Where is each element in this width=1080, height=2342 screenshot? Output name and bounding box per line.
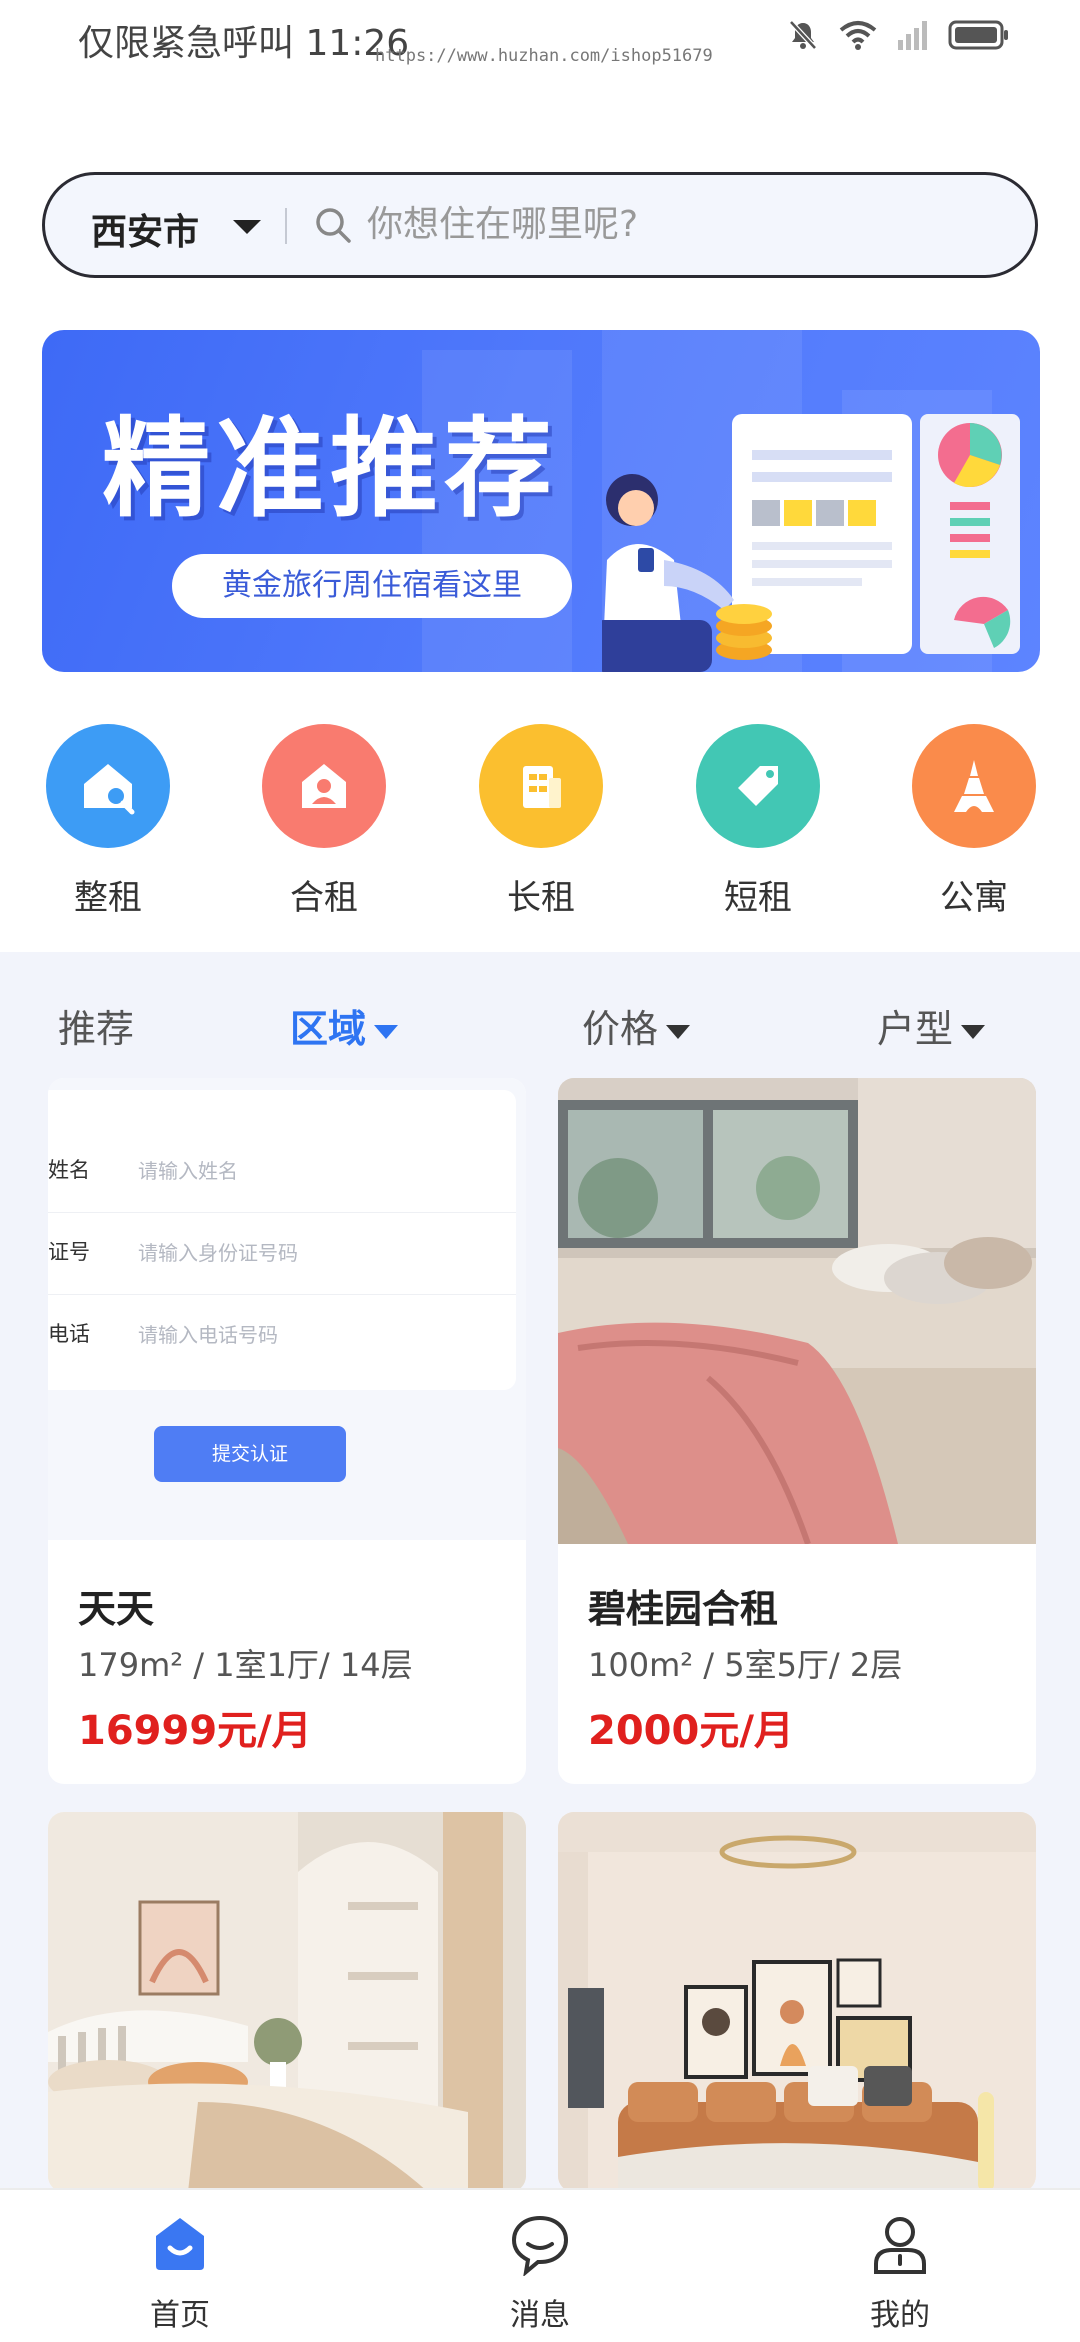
- filter-label: 区域: [290, 1007, 367, 1051]
- submit-verify-button: 提交认证: [154, 1426, 346, 1482]
- listing-image: 信息 姓名 请输入姓名 证号 请输入身份证号码 电话 请输入电话号码 提交认证: [48, 1078, 526, 1540]
- tab-label: 我的: [870, 2298, 930, 2333]
- signal-icon: [898, 21, 927, 50]
- category-duanzu[interactable]: 短租: [688, 724, 828, 919]
- filter-bar: 推荐 区域 价格 户型: [0, 952, 1080, 1052]
- status-icons: [786, 18, 1010, 52]
- tab-home[interactable]: 首页: [100, 2212, 260, 2334]
- listing-photo: [48, 1812, 526, 2192]
- listing-title: 天天: [78, 1587, 155, 1631]
- filter-layout[interactable]: 户型: [877, 998, 986, 1053]
- chevron-down-icon[interactable]: [233, 220, 261, 234]
- category-circle: [46, 724, 170, 848]
- category-changzu[interactable]: 长租: [471, 724, 611, 919]
- category-label: 整租: [74, 878, 142, 918]
- filter-label: 价格: [582, 1007, 659, 1051]
- watermark-url: https://www.huzhan.com/ishop51679: [375, 46, 713, 66]
- category-circle: [262, 724, 386, 848]
- profile-icon: [874, 2217, 926, 2274]
- tab-messages[interactable]: 消息: [460, 2212, 620, 2334]
- form-placeholder: 请输入姓名: [138, 1159, 238, 1183]
- mute-icon: [789, 20, 817, 50]
- listing-card[interactable]: [558, 1812, 1036, 2192]
- filter-label: 户型: [877, 1007, 954, 1051]
- category-label: 合租: [290, 878, 358, 918]
- form-panel: 姓名 请输入姓名 证号 请输入身份证号码 电话 请输入电话号码: [48, 1090, 516, 1390]
- filter-area[interactable]: 区域: [290, 998, 399, 1053]
- wifi-icon: [839, 21, 877, 50]
- city-selector[interactable]: 西安市: [91, 203, 199, 255]
- filter-recommend[interactable]: 推荐: [58, 998, 134, 1053]
- search-input[interactable]: [367, 199, 967, 249]
- form-row: 姓名 请输入姓名: [48, 1130, 516, 1213]
- tab-profile[interactable]: 我的: [820, 2212, 980, 2334]
- filter-price[interactable]: 价格: [582, 998, 691, 1053]
- shared-home-icon: [302, 764, 346, 808]
- caret-down-icon: [961, 1024, 986, 1039]
- form-placeholder: 请输入电话号码: [138, 1323, 278, 1347]
- listing-card[interactable]: 信息 姓名 请输入姓名 证号 请输入身份证号码 电话 请输入电话号码 提交认证 …: [48, 1078, 526, 1784]
- filter-label: 推荐: [58, 1007, 135, 1051]
- tag-icon: [738, 766, 778, 806]
- form-label: 电话: [48, 1322, 90, 1346]
- category-label: 短租: [724, 878, 792, 918]
- banner-subtitle-pill: 黄金旅行周住宿看这里: [172, 554, 572, 618]
- search-bar: 西安市: [42, 172, 1038, 278]
- form-row: 证号 请输入身份证号码: [48, 1212, 516, 1295]
- banner-subtitle: 黄金旅行周住宿看这里: [222, 568, 522, 603]
- form-row: 电话 请输入电话号码: [48, 1294, 516, 1376]
- listing-spec: 100m² / 5室5厅/ 2层: [588, 1646, 903, 1684]
- search-divider: [285, 208, 287, 244]
- category-label: 公寓: [940, 878, 1008, 918]
- status-carrier-time: 仅限紧急呼叫 11:26: [78, 23, 410, 64]
- form-label: 证号: [48, 1240, 90, 1264]
- banner-title: 精准推荐: [102, 407, 559, 532]
- category-hezu[interactable]: 合租: [254, 724, 394, 919]
- home-icon: [156, 2218, 204, 2270]
- category-zhengzu[interactable]: 整租: [38, 724, 178, 919]
- category-circle: [479, 724, 603, 848]
- listing-price: 2000元/月: [588, 1708, 794, 1754]
- building-icon: [523, 766, 561, 808]
- bottom-tab-bar: 首页 消息 我的: [0, 2188, 1080, 2342]
- listing-price: 16999元/月: [78, 1708, 312, 1754]
- caret-down-icon: [666, 1024, 691, 1039]
- caret-down-icon: [374, 1024, 399, 1039]
- tower-icon: [954, 760, 994, 812]
- status-bar: 仅限紧急呼叫 11:26 https://www.huzhan.com/isho…: [0, 0, 1080, 80]
- form-placeholder: 请输入身份证号码: [138, 1241, 298, 1265]
- battery-icon: [948, 20, 1008, 50]
- listing-spec: 179m² / 1室1厅/ 14层: [78, 1646, 413, 1684]
- house-search-icon: [84, 764, 135, 815]
- listing-card[interactable]: [48, 1812, 526, 2192]
- category-circle: [912, 724, 1036, 848]
- category-circle: [696, 724, 820, 848]
- form-label: 姓名: [48, 1158, 90, 1182]
- promo-banner[interactable]: 精准推荐 黄金旅行周住宿看这里: [42, 330, 1040, 672]
- listing-title: 碧桂园合租: [588, 1587, 779, 1631]
- listing-card[interactable]: 碧桂园合租 100m² / 5室5厅/ 2层 2000元/月: [558, 1078, 1036, 1784]
- listing-photo: [558, 1812, 1036, 2192]
- message-icon: [511, 2215, 569, 2277]
- tab-label: 消息: [510, 2298, 570, 2333]
- report-illustration: [602, 414, 1020, 672]
- tab-label: 首页: [150, 2298, 210, 2333]
- search-icon: [316, 208, 351, 243]
- listing-section: 推荐 区域 价格 户型 信息 姓名 请输入姓名 证号 请输入身份证号码: [0, 952, 1080, 2192]
- category-gongyu[interactable]: 公寓: [904, 724, 1044, 919]
- category-label: 长租: [507, 878, 575, 918]
- listing-photo: [558, 1078, 1036, 1544]
